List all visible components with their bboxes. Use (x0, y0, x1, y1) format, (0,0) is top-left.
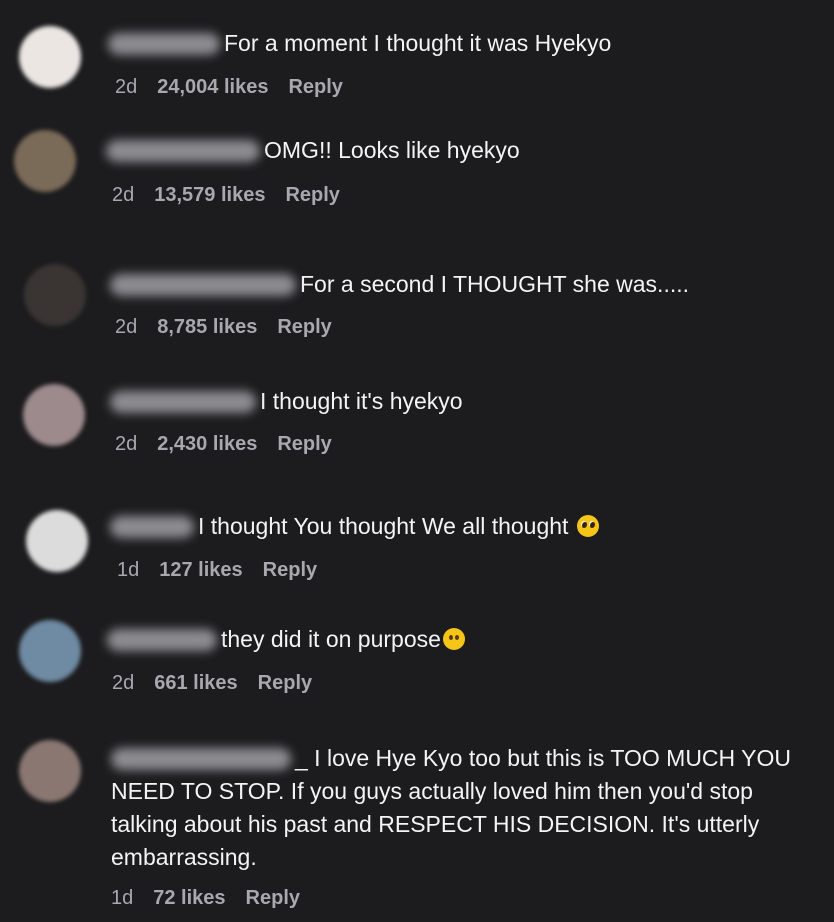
comment-time: 1d (117, 559, 140, 581)
comment-text: _ I love Hye Kyo too but this is TOO MUC… (111, 745, 791, 870)
user-avatar[interactable] (19, 740, 81, 802)
user-avatar[interactable] (26, 510, 88, 572)
comment-time: 2d (115, 433, 138, 455)
comment-meta: 2d 13,579 likes Reply (112, 184, 360, 207)
comment-meta: 2d 661 likes Reply (112, 672, 332, 695)
comment-text: I thought it's hyekyo (110, 385, 463, 418)
comment-time: 1d (111, 887, 134, 909)
username-blurred[interactable] (106, 140, 260, 162)
likes-count[interactable]: 72 likes (153, 887, 225, 909)
comment-meta: 2d 24,004 likes Reply (115, 76, 363, 99)
reply-button[interactable]: Reply (258, 672, 312, 694)
comment-meta: 1d 72 likes Reply (111, 887, 320, 910)
comment-time: 2d (115, 76, 138, 98)
user-avatar[interactable] (23, 384, 85, 446)
comment-meta: 2d 8,785 likes Reply (115, 316, 352, 339)
comment-meta: 2d 2,430 likes Reply (115, 433, 352, 456)
comment-text: I thought You thought We all thought (110, 510, 599, 543)
user-avatar[interactable] (14, 130, 76, 192)
comment-text: For a second I THOUGHT she was..... (110, 268, 689, 301)
reply-button[interactable]: Reply (277, 316, 331, 338)
slightly-smiling-face-emoji (442, 628, 465, 650)
comment-time: 2d (115, 316, 138, 338)
username-blurred[interactable] (108, 33, 220, 55)
comment-text: they did it on purpose (107, 623, 465, 656)
reply-button[interactable]: Reply (277, 433, 331, 455)
comment-meta: 1d 127 likes Reply (117, 559, 337, 582)
username-blurred[interactable] (110, 516, 194, 538)
likes-count[interactable]: 661 likes (154, 672, 237, 694)
reply-button[interactable]: Reply (263, 559, 317, 581)
username-blurred[interactable] (110, 391, 256, 413)
user-avatar[interactable] (19, 620, 81, 682)
user-avatar[interactable] (24, 264, 86, 326)
reply-button[interactable]: Reply (285, 184, 339, 206)
likes-count[interactable]: 13,579 likes (154, 184, 265, 206)
reply-button[interactable]: Reply (246, 887, 300, 909)
comment-time: 2d (112, 672, 135, 694)
likes-count[interactable]: 24,004 likes (157, 76, 268, 98)
username-blurred[interactable] (107, 629, 217, 651)
username-blurred[interactable] (111, 748, 291, 770)
username-blurred[interactable] (110, 274, 296, 296)
likes-count[interactable]: 127 likes (159, 559, 242, 581)
pleading-face-emoji (576, 515, 599, 537)
comment-text: For a moment I thought it was Hyekyo (108, 27, 611, 60)
comment-time: 2d (112, 184, 135, 206)
user-avatar[interactable] (19, 26, 81, 88)
likes-count[interactable]: 8,785 likes (157, 316, 257, 338)
comment-text: OMG!! Looks like hyekyo (106, 134, 520, 167)
likes-count[interactable]: 2,430 likes (157, 433, 257, 455)
reply-button[interactable]: Reply (288, 76, 342, 98)
